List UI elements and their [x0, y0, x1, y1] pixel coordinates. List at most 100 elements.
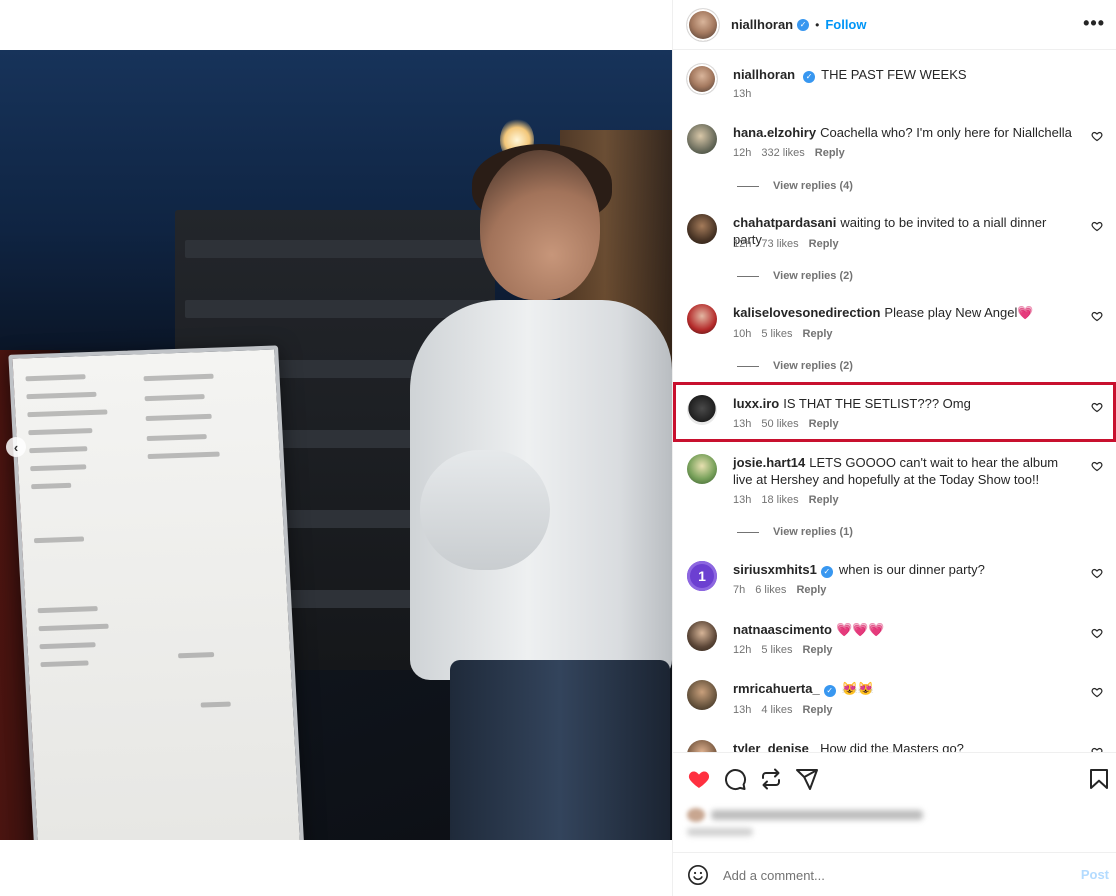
post-photo[interactable]	[0, 50, 672, 840]
comment-text: How did the Masters go?	[820, 741, 964, 752]
caption-text: THE PAST FEW WEEKS	[821, 67, 967, 82]
comment-username[interactable]: chahatpardasani	[733, 215, 836, 230]
comment-time: 12h	[733, 644, 752, 656]
send-icon[interactable]	[795, 767, 819, 791]
likes-summary-blurred	[687, 806, 987, 840]
view-replies-button[interactable]: View replies (2)	[737, 270, 853, 282]
post-media-area: ‹	[0, 0, 672, 896]
heart-outline-icon[interactable]	[1091, 401, 1103, 413]
comment: rmricahuerta_ ✓ 😻😻 13h 4 likes Reply	[687, 680, 1107, 720]
comment-likes[interactable]: 73 likes	[761, 238, 798, 250]
comment: 1 siriusxmhits1 ✓ when is our dinner party…	[687, 561, 1107, 601]
avatar[interactable]	[687, 621, 717, 651]
avatar[interactable]	[687, 64, 717, 94]
avatar[interactable]	[687, 8, 719, 41]
heart-outline-icon[interactable]	[1091, 627, 1103, 639]
repost-icon[interactable]	[759, 767, 783, 791]
comment-username[interactable]: natnaascimento	[733, 622, 832, 637]
view-replies-button[interactable]: View replies (4)	[737, 180, 853, 192]
heart-outline-icon[interactable]	[1091, 567, 1103, 579]
heart-outline-icon[interactable]	[1091, 460, 1103, 472]
comment-time: 10h	[733, 328, 752, 340]
setlist-whiteboard	[8, 345, 306, 840]
comment: natnaascimento 💗💗💗 12h 5 likes Reply	[687, 621, 1107, 661]
comment: hana.elzohiry Coachella who? I'm only her…	[687, 124, 1107, 204]
follow-button[interactable]: Follow	[825, 17, 866, 32]
comment-username[interactable]: niallhoran	[733, 67, 795, 82]
smile-icon[interactable]	[687, 864, 709, 886]
comment-username[interactable]: hana.elzohiry	[733, 125, 816, 140]
comment-icon[interactable]	[723, 767, 747, 791]
reply-button[interactable]: Reply	[809, 494, 839, 506]
comment: luxx.iro IS THAT THE SETLIST??? Omg 13h 50…	[687, 395, 1107, 435]
avatar[interactable]	[687, 124, 717, 154]
comment-username[interactable]: luxx.iro	[733, 396, 779, 411]
reply-button[interactable]: Reply	[803, 704, 833, 716]
comment-time: 7h	[733, 584, 746, 596]
comment-text: Coachella who? I'm only here for Niallch…	[820, 125, 1072, 140]
verified-badge-icon: ✓	[820, 565, 833, 578]
comment-time: 12h	[733, 238, 752, 250]
avatar[interactable]	[687, 304, 717, 334]
comment-time: 13h	[733, 418, 752, 430]
avatar[interactable]	[687, 454, 717, 484]
heart-outline-icon[interactable]	[1091, 130, 1103, 142]
author-username[interactable]: niallhoran	[731, 17, 793, 32]
chevron-left-icon[interactable]: ‹	[6, 437, 26, 457]
comment-username[interactable]: siriusxmhits1	[733, 562, 817, 577]
comment: tyler_denise_ How did the Masters go?	[687, 740, 1107, 752]
comment-likes[interactable]: 6 likes	[755, 584, 786, 596]
comment-text: IS THAT THE SETLIST??? Omg	[783, 396, 971, 411]
comment-time: 12h	[733, 147, 752, 159]
comment-time: 13h	[733, 704, 752, 716]
view-replies-button[interactable]: View replies (1)	[737, 526, 853, 538]
comment-likes[interactable]: 50 likes	[761, 418, 798, 430]
comment-username[interactable]: josie.hart14	[733, 455, 805, 470]
comment: josie.hart14 LETS GOOOO can't wait to hea…	[687, 454, 1107, 544]
verified-badge-icon: ✓	[823, 684, 836, 697]
comment-username[interactable]: tyler_denise_	[733, 741, 816, 752]
bookmark-icon[interactable]	[1087, 767, 1111, 791]
heart-filled-icon[interactable]	[687, 767, 711, 791]
instagram-post-view: ‹ niallhoran ✓ • Follow ••• niallhoran ✓ T…	[0, 0, 1116, 896]
comment-username[interactable]: kaliselovesonedirection	[733, 305, 880, 320]
heart-outline-icon[interactable]	[1091, 220, 1103, 232]
more-options-icon[interactable]: •••	[1083, 13, 1105, 34]
comment-likes[interactable]: 18 likes	[761, 494, 798, 506]
heart-outline-icon[interactable]	[1091, 686, 1103, 698]
comments-list[interactable]: niallhoran ✓ THE PAST FEW WEEKS 13h hana.e…	[673, 50, 1116, 752]
post-actions-bar	[673, 752, 1116, 806]
avatar[interactable]	[687, 740, 717, 752]
avatar[interactable]	[687, 680, 717, 710]
caption: niallhoran ✓ THE PAST FEW WEEKS 13h	[687, 64, 1107, 104]
comment-likes[interactable]: 5 likes	[761, 644, 792, 656]
comment-username[interactable]: rmricahuerta_	[733, 681, 820, 696]
reply-button[interactable]: Reply	[796, 584, 826, 596]
comment: kaliselovesonedirection Please play New A…	[687, 304, 1107, 384]
reply-button[interactable]: Reply	[815, 147, 845, 159]
separator-dot: •	[815, 17, 820, 32]
add-comment-input[interactable]	[723, 865, 1063, 885]
avatar[interactable]: 1	[687, 561, 717, 591]
reply-button[interactable]: Reply	[803, 328, 833, 340]
view-replies-button[interactable]: View replies (2)	[737, 360, 853, 372]
heart-outline-icon[interactable]	[1091, 310, 1103, 322]
verified-badge-icon: ✓	[797, 18, 810, 31]
verified-badge-icon: ✓	[803, 70, 816, 83]
comment-text: 😻😻	[841, 681, 875, 696]
post-comment-button[interactable]: Post	[1081, 867, 1109, 882]
reply-button[interactable]: Reply	[809, 418, 839, 430]
comment-text: Please play New Angel💗	[884, 305, 1034, 320]
comment-text: 💗💗💗	[835, 622, 885, 637]
avatar[interactable]	[687, 214, 717, 244]
comment-likes[interactable]: 5 likes	[761, 328, 792, 340]
reply-button[interactable]: Reply	[809, 238, 839, 250]
comment-time: 13h	[733, 494, 752, 506]
comment-likes[interactable]: 4 likes	[761, 704, 792, 716]
comment-likes[interactable]: 332 likes	[761, 147, 804, 159]
comment-text: when is our dinner party?	[838, 562, 985, 577]
comment-composer: Post	[673, 852, 1116, 896]
avatar[interactable]	[687, 395, 717, 425]
reply-button[interactable]: Reply	[803, 644, 833, 656]
post-header: niallhoran ✓ • Follow •••	[673, 0, 1116, 50]
